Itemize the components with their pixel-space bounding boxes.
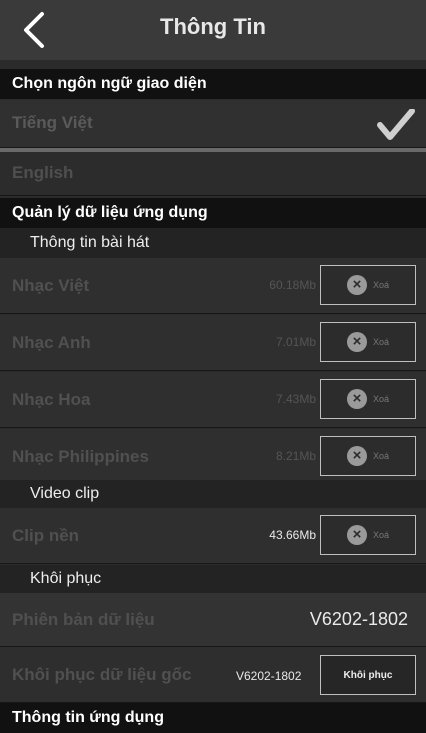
- clip-size: 43.66Mb: [269, 528, 316, 542]
- language-option-vietnamese[interactable]: Tiếng Việt: [0, 100, 426, 148]
- delete-label: Xoá: [372, 451, 389, 461]
- delete-button[interactable]: × Xoá: [320, 515, 416, 555]
- subsection-song-info: Thông tin bài hát: [0, 228, 426, 258]
- clip-label: Clip nền: [12, 526, 80, 545]
- song-size: 7.01Mb: [275, 335, 316, 349]
- delete-button[interactable]: × Xoá: [320, 265, 416, 305]
- language-option-english[interactable]: English: [0, 152, 426, 196]
- song-size: 60.18Mb: [269, 278, 316, 292]
- song-row-philippines: Nhạc Philippines 8.21Mb × Xoá: [0, 429, 426, 485]
- subsection-video-clip: Video clip: [0, 480, 426, 508]
- delete-label: Xoá: [372, 394, 389, 404]
- close-icon: ×: [346, 275, 367, 295]
- song-label: Nhạc Anh: [12, 333, 91, 352]
- data-version-value: V6202-1802: [309, 609, 408, 629]
- close-icon: ×: [346, 389, 367, 409]
- delete-label: Xoá: [372, 337, 389, 347]
- restore-version: V6202-1802: [236, 669, 302, 683]
- data-version-row: Phiên bản dữ liệu V6202-1802: [0, 593, 426, 647]
- restore-label: Khôi phục dữ liệu gốc: [12, 665, 192, 684]
- subsection-restore: Khôi phục: [0, 565, 426, 593]
- song-row-viet: Nhạc Việt 60.18Mb × Xoá: [0, 258, 426, 314]
- section-header-data: Quản lý dữ liệu ứng dụng: [0, 198, 426, 228]
- song-label: Nhạc Việt: [12, 276, 90, 295]
- close-icon: ×: [346, 332, 367, 352]
- delete-label: Xoá: [372, 280, 389, 290]
- delete-label: Xoá: [372, 530, 389, 540]
- song-size: 7.43Mb: [275, 392, 316, 406]
- data-version-label: Phiên bản dữ liệu: [12, 610, 155, 629]
- language-label: Tiếng Việt: [12, 113, 93, 132]
- song-row-hoa: Nhạc Hoa 7.43Mb × Xoá: [0, 372, 426, 428]
- close-icon: ×: [346, 525, 367, 545]
- song-row-anh: Nhạc Anh 7.01Mb × Xoá: [0, 315, 426, 371]
- song-label: Nhạc Hoa: [12, 390, 91, 409]
- section-header-language: Chọn ngôn ngữ giao diện: [0, 69, 426, 99]
- clip-row: Clip nền 43.66Mb × Xoá: [0, 508, 426, 564]
- section-header-app-info: Thông tin ứng dụng: [0, 703, 426, 733]
- checkmark-icon: [377, 109, 415, 140]
- language-label: English: [12, 163, 74, 182]
- app-header: Thông Tin: [0, 0, 426, 60]
- song-label: Nhạc Philippines: [12, 447, 149, 466]
- restore-button[interactable]: Khôi phục: [320, 655, 416, 695]
- delete-button[interactable]: × Xoá: [320, 322, 416, 362]
- page-title: Thông Tin: [160, 14, 266, 39]
- song-size: 8.21Mb: [275, 449, 316, 463]
- restore-row: Khôi phục dữ liệu gốc V6202-1802 Khôi ph…: [0, 647, 426, 703]
- delete-button[interactable]: × Xoá: [320, 436, 416, 476]
- close-icon: ×: [346, 446, 367, 466]
- delete-button[interactable]: × Xoá: [320, 379, 416, 419]
